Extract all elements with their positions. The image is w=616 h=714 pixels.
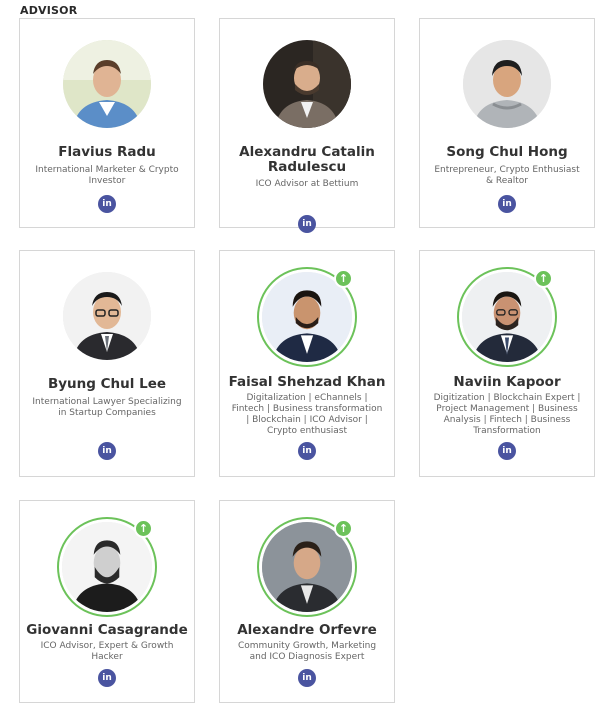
advisor-card: ↑ Faisal Shehzad Khan Digitalization | e… xyxy=(219,250,395,477)
advisor-card: Flavius Radu International Marketer & Cr… xyxy=(19,18,195,228)
advisor-card: Byung Chul Lee International Lawyer Spec… xyxy=(19,250,195,477)
advisor-name: Song Chul Hong xyxy=(446,144,568,160)
advisor-card: Alexandru Catalin Radulescu ICO Advisor … xyxy=(219,18,395,233)
advisor-card: ↑ Naviin Kapoor Digitization | Blockchai… xyxy=(419,250,595,477)
advisor-name: Faisal Shehzad Khan xyxy=(228,374,386,390)
advisor-title: ICO Advisor, Expert & Growth Hacker xyxy=(40,641,174,662)
advisor-card: ↑ Giovanni Casagrande ICO Advisor, Exper… xyxy=(19,500,195,703)
linkedin-icon[interactable]: in xyxy=(498,442,516,460)
linkedin-icon[interactable]: in xyxy=(498,195,516,213)
avatar: ↑ xyxy=(457,267,557,367)
advisor-name: Alexandre Orfevre xyxy=(237,622,377,638)
avatar xyxy=(63,272,151,360)
linkedin-icon[interactable]: in xyxy=(98,669,116,687)
linkedin-icon[interactable]: in xyxy=(98,442,116,460)
advisor-card: ↑ Alexandre Orfevre Community Growth, Ma… xyxy=(219,500,395,703)
avatar: ↑ xyxy=(57,517,157,617)
advisor-name: Naviin Kapoor xyxy=(453,374,561,390)
arrow-up-icon: ↑ xyxy=(534,269,553,288)
advisor-name: Flavius Radu xyxy=(58,144,156,160)
advisor-name: Giovanni Casagrande xyxy=(26,622,188,638)
advisor-name: Byung Chul Lee xyxy=(47,376,167,392)
avatar: ↑ xyxy=(257,267,357,367)
avatar xyxy=(463,40,551,128)
advisor-title: Digitalization | eChannels | Fintech | B… xyxy=(231,393,383,436)
linkedin-icon[interactable]: in xyxy=(98,195,116,213)
advisor-title: ICO Advisor at Bettium xyxy=(255,179,359,189)
linkedin-icon[interactable]: in xyxy=(298,215,316,233)
avatar xyxy=(263,40,351,128)
arrow-up-icon: ↑ xyxy=(134,519,153,538)
advisor-title: Digitization | Blockchain Expert | Proje… xyxy=(433,393,581,436)
advisor-name: Alexandru Catalin Radulescu xyxy=(239,144,375,175)
arrow-up-icon: ↑ xyxy=(334,269,353,288)
advisor-title: International Marketer & Crypto Investor xyxy=(35,165,179,186)
linkedin-icon[interactable]: in xyxy=(298,442,316,460)
advisor-title: Community Growth, Marketing and ICO Diag… xyxy=(237,641,377,662)
avatar xyxy=(63,40,151,128)
arrow-up-icon: ↑ xyxy=(334,519,353,538)
section-title: ADVISOR xyxy=(20,4,78,17)
advisor-title: International Lawyer Specializing in Sta… xyxy=(32,397,182,418)
advisor-card: Song Chul Hong Entrepreneur, Crypto Enth… xyxy=(419,18,595,228)
avatar: ↑ xyxy=(257,517,357,617)
advisor-title: Entrepreneur, Crypto Enthusiast & Realto… xyxy=(434,165,580,186)
linkedin-icon[interactable]: in xyxy=(298,669,316,687)
